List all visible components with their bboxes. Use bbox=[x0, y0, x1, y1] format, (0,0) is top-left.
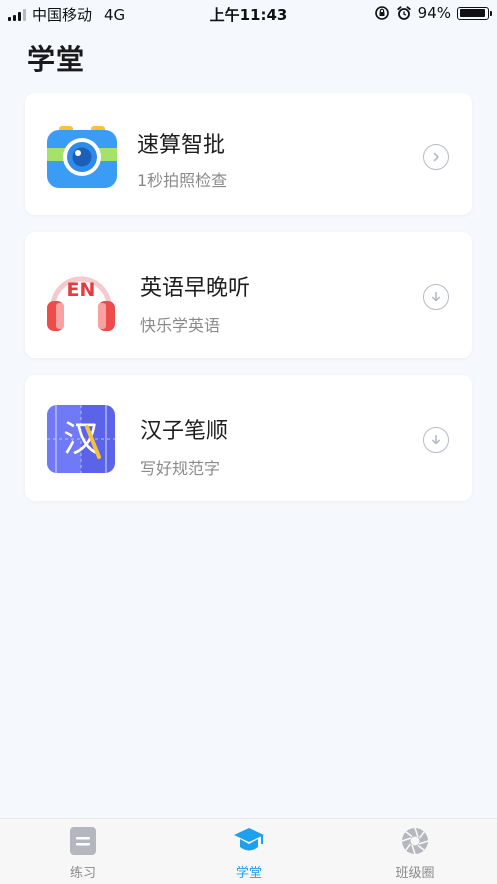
tab-school[interactable]: 学堂 bbox=[166, 819, 332, 884]
battery-percent: 94% bbox=[417, 4, 451, 22]
tab-practice[interactable]: 练习 bbox=[0, 819, 166, 884]
card-title: 速算智批 bbox=[137, 133, 226, 158]
svg-text:EN: EN bbox=[67, 279, 96, 301]
download-button[interactable] bbox=[423, 284, 449, 310]
tab-label: 练习 bbox=[69, 866, 96, 881]
card-title: 汉子笔顺 bbox=[140, 419, 229, 444]
battery-fill bbox=[459, 9, 485, 17]
download-icon bbox=[432, 434, 440, 445]
tab-bar: 练习 学堂 班级圈 bbox=[0, 818, 497, 884]
card-subtitle: 快乐学英语 bbox=[140, 316, 221, 335]
download-icon bbox=[432, 291, 440, 302]
chevron-right-icon bbox=[433, 152, 439, 162]
status-bar: 中国移动 4G 上午11:43 94% bbox=[0, 0, 497, 28]
alarm-icon bbox=[396, 6, 411, 20]
feature-card-english-listening[interactable]: EN 英语早晚听 快乐学英语 bbox=[25, 232, 472, 358]
practice-book-icon bbox=[70, 827, 96, 855]
open-button[interactable] bbox=[423, 144, 449, 170]
battery-icon bbox=[457, 6, 492, 20]
card-title: 英语早晚听 bbox=[140, 276, 251, 301]
card-subtitle: 写好规范字 bbox=[140, 459, 221, 478]
status-right: 94% bbox=[374, 4, 492, 22]
tab-class-circle[interactable]: 班级圈 bbox=[332, 819, 497, 884]
headphones-app-icon: EN bbox=[47, 276, 115, 331]
camera-app-icon bbox=[47, 126, 117, 188]
feature-card-stroke-order[interactable]: 汉 汉子笔顺 写好规范字 bbox=[25, 375, 472, 501]
graduation-cap-icon bbox=[234, 828, 264, 851]
aperture-icon bbox=[401, 827, 429, 855]
feature-card-quick-check[interactable]: 速算智批 1秒拍照检查 bbox=[25, 93, 472, 215]
tab-label: 班级圈 bbox=[395, 866, 435, 881]
page-title: 学堂 bbox=[27, 43, 86, 76]
chinese-character-app-icon: 汉 bbox=[47, 405, 115, 473]
tab-label: 学堂 bbox=[235, 866, 262, 881]
download-button[interactable] bbox=[423, 427, 449, 453]
card-subtitle: 1秒拍照检查 bbox=[137, 171, 228, 190]
orientation-lock-icon bbox=[374, 6, 389, 20]
